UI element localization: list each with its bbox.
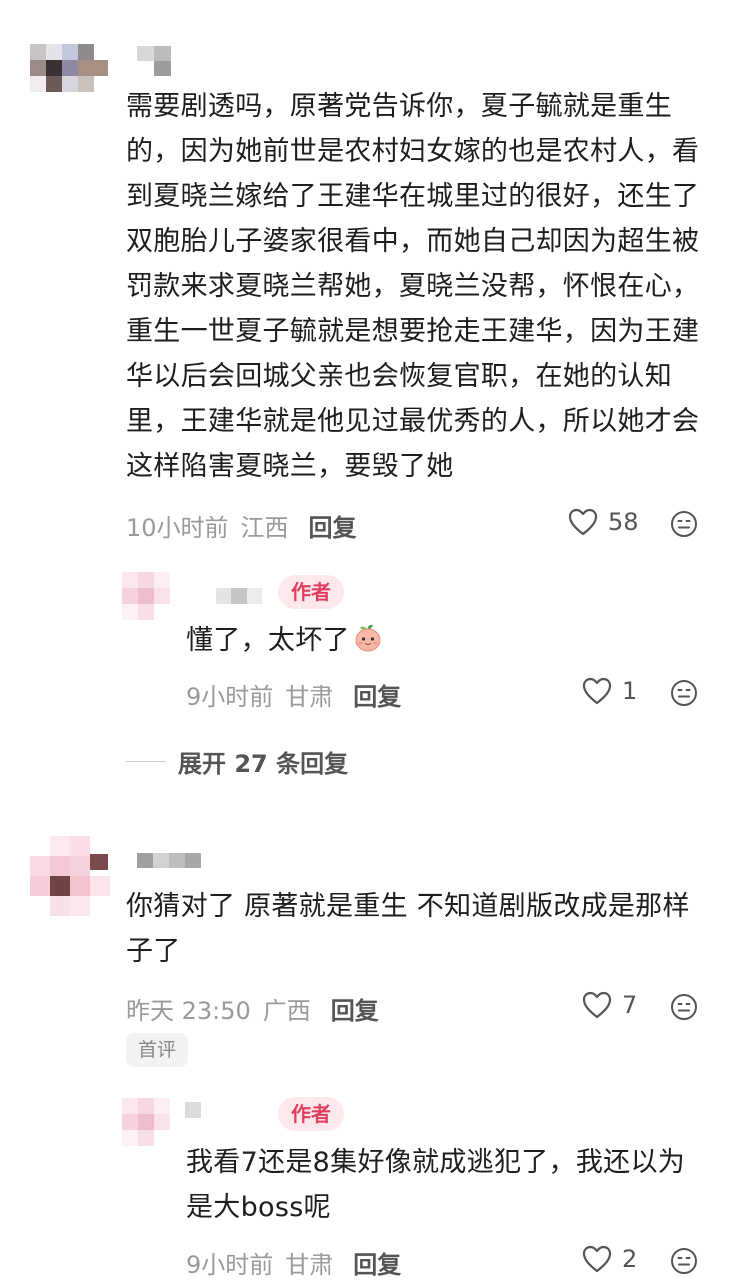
emoji-face-icon[interactable] bbox=[670, 1247, 698, 1275]
heart-outline-icon bbox=[582, 677, 612, 705]
like-count: 1 bbox=[622, 677, 638, 705]
comment-text: 你猜对了 原著就是重生 不知道剧版改成是那样子了 bbox=[126, 891, 690, 967]
username-blurred[interactable] bbox=[137, 46, 171, 76]
comment-meta: 10小时前 江西 回复 bbox=[126, 508, 357, 543]
author-badge: 作者 bbox=[278, 1097, 344, 1131]
reply-text: 我看7还是8集好像就成逃犯了，我还以为是大boss呢 bbox=[186, 1147, 686, 1223]
like-button[interactable]: 58 bbox=[568, 508, 639, 536]
author-avatar[interactable] bbox=[122, 572, 170, 620]
like-button[interactable]: 1 bbox=[582, 677, 637, 705]
like-count: 2 bbox=[622, 1245, 638, 1273]
reply-time: 9小时前 bbox=[186, 1251, 274, 1279]
like-count: 58 bbox=[608, 508, 639, 536]
comment-time: 昨天 23:50 bbox=[126, 997, 251, 1025]
reply-meta: 9小时前 甘肃 回复 bbox=[186, 1245, 401, 1280]
reply-location: 甘肃 bbox=[285, 683, 334, 711]
expand-replies-button[interactable]: 展开 27 条回复 bbox=[126, 744, 348, 779]
username-blurred[interactable] bbox=[185, 1102, 201, 1118]
author-avatar[interactable] bbox=[122, 1098, 170, 1146]
like-button[interactable]: 7 bbox=[582, 991, 637, 1019]
emoji-face-icon[interactable] bbox=[670, 679, 698, 707]
expand-replies-label: 展开 27 条回复 bbox=[178, 750, 349, 778]
emoji-face-icon[interactable] bbox=[670, 993, 698, 1021]
heart-outline-icon bbox=[582, 991, 612, 1019]
comment-text: 需要剧透吗，原著党告诉你，夏子毓就是重生的，因为她前世是农村妇女嫁的也是农村人，… bbox=[126, 91, 700, 482]
username-blurred[interactable] bbox=[216, 588, 262, 604]
comment-meta: 昨天 23:50 广西 回复 bbox=[126, 991, 379, 1026]
reply-button[interactable]: 回复 bbox=[309, 508, 357, 543]
reply-time: 9小时前 bbox=[186, 683, 274, 711]
reply-location: 甘肃 bbox=[285, 1251, 334, 1279]
heart-outline-icon bbox=[582, 1245, 612, 1273]
emoji-face-icon[interactable] bbox=[670, 510, 698, 538]
avatar[interactable] bbox=[30, 836, 110, 916]
reply-button[interactable]: 回复 bbox=[353, 1245, 401, 1280]
like-button[interactable]: 2 bbox=[582, 1245, 637, 1273]
author-badge: 作者 bbox=[278, 575, 344, 609]
heart-outline-icon bbox=[568, 508, 598, 536]
reply-button[interactable]: 回复 bbox=[331, 991, 379, 1026]
comment-location: 江西 bbox=[240, 514, 289, 542]
reply-meta: 9小时前 甘肃 回复 bbox=[186, 677, 401, 712]
reply-text-content: 懂了，太坏了 bbox=[186, 625, 350, 656]
divider bbox=[126, 761, 166, 762]
username-blurred[interactable] bbox=[137, 853, 201, 868]
avatar[interactable] bbox=[30, 44, 108, 110]
first-comment-badge: 首评 bbox=[126, 1033, 189, 1067]
comment-time: 10小时前 bbox=[126, 514, 229, 542]
like-count: 7 bbox=[622, 991, 638, 1019]
comment-location: 广西 bbox=[262, 997, 311, 1025]
reply-button[interactable]: 回复 bbox=[353, 677, 401, 712]
peach-face-emoji bbox=[355, 624, 381, 652]
comment-list: 需要剧透吗，原著党告诉你，夏子毓就是重生的，因为她前世是农村妇女嫁的也是农村人，… bbox=[0, 0, 743, 1280]
reply-text: 懂了，太坏了 bbox=[186, 618, 706, 663]
